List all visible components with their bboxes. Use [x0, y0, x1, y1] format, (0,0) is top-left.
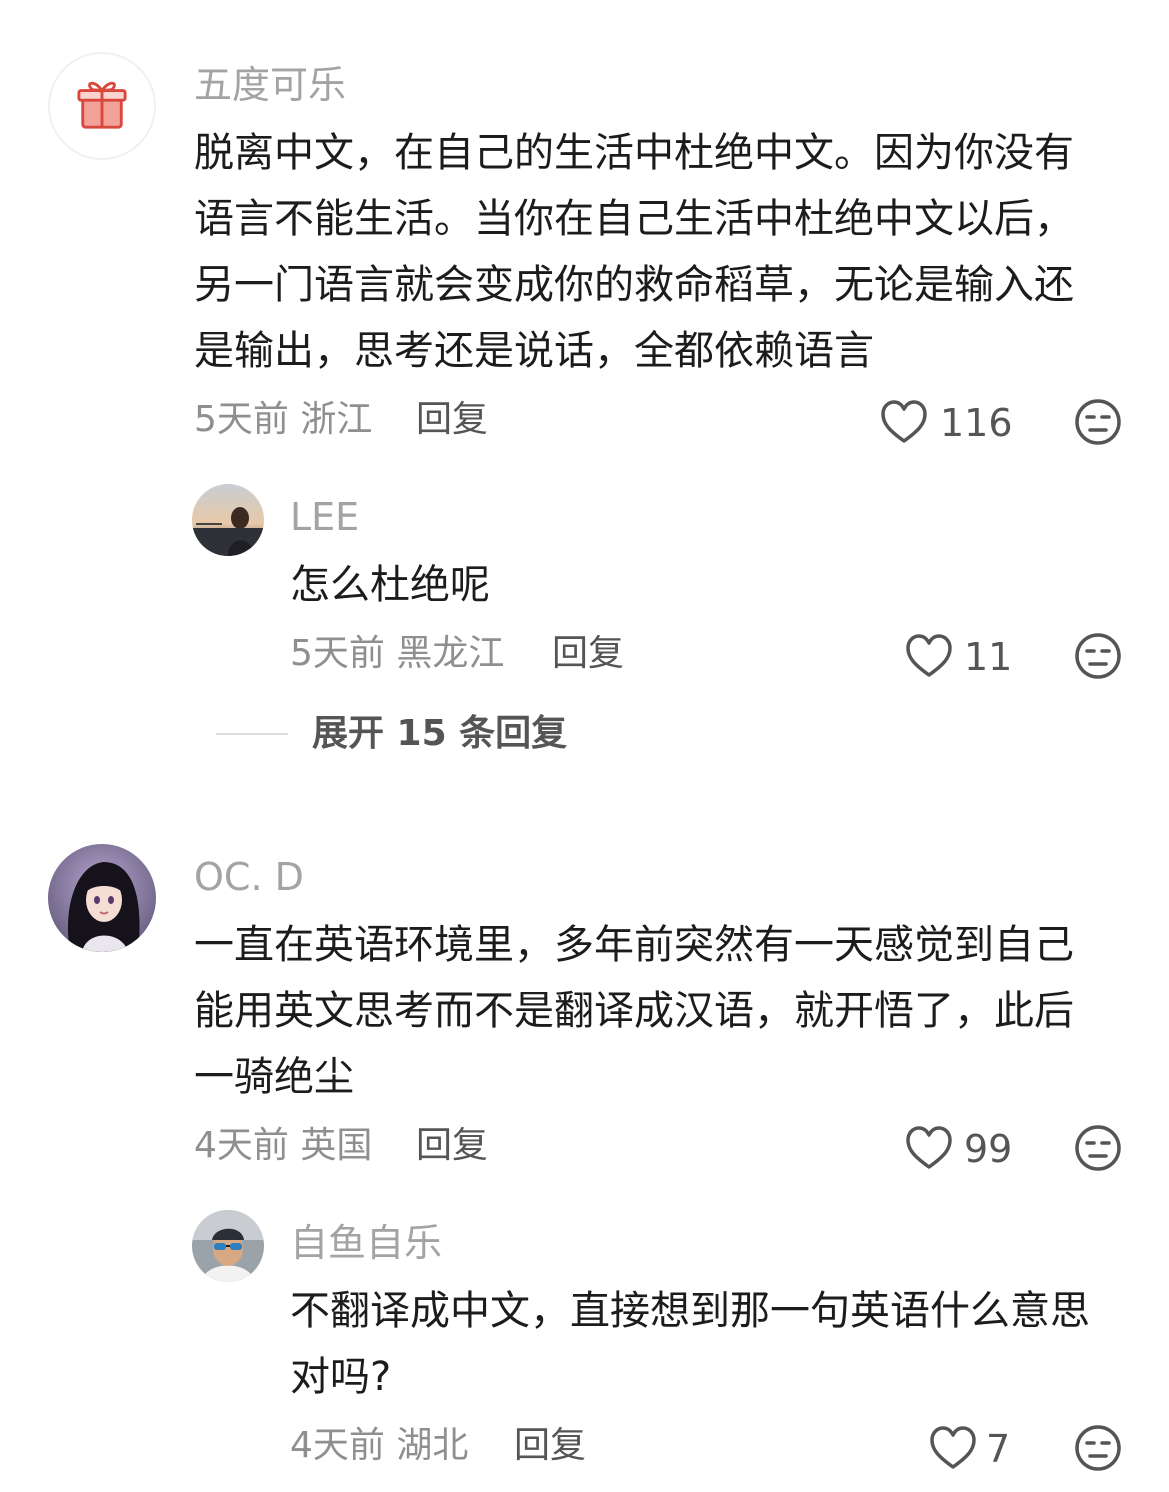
expand-divider	[216, 733, 288, 735]
username[interactable]: 自鱼自乐	[290, 1224, 442, 1262]
reply-text: 怎么杜绝呢	[290, 562, 490, 608]
like-count: 116	[940, 401, 1013, 445]
comment-text: 脱离中文，在自己的生活中杜绝中文。因为你没有 语言不能生活。当你在自己生活中杜绝…	[194, 130, 1074, 374]
reply-meta: 4天前 湖北	[290, 1425, 469, 1466]
reply-meta: 5天前 黑龙江	[290, 633, 505, 674]
comment-list: 五度可乐 脱离中文，在自己的生活中杜绝中文。因为你没有 语言不能生活。当你在自己…	[0, 0, 1169, 1492]
reply-button[interactable]: 回复	[416, 402, 488, 438]
expand-replies-button[interactable]: 展开 15 条回复	[312, 716, 567, 752]
reply-button[interactable]: 回复	[514, 1428, 586, 1464]
heart-icon[interactable]	[905, 634, 953, 678]
dislike-face-icon[interactable]	[1074, 632, 1122, 680]
reply-text: 不翻译成中文，直接想到那一句英语什么意思 对吗?	[290, 1288, 1090, 1400]
avatar[interactable]	[48, 52, 156, 160]
like-count: 7	[986, 1427, 1011, 1471]
comment-text: 一直在英语环境里，多年前突然有一天感觉到自己 能用英文思考而不是翻译成汉语，就开…	[194, 922, 1074, 1100]
heart-icon[interactable]	[880, 400, 928, 444]
username[interactable]: LEE	[290, 498, 359, 536]
heart-icon[interactable]	[929, 1426, 977, 1470]
avatar-illustration	[48, 844, 156, 952]
like-count: 11	[964, 635, 1013, 679]
reply-button[interactable]: 回复	[416, 1128, 488, 1164]
dislike-face-icon[interactable]	[1074, 398, 1122, 446]
dislike-face-icon[interactable]	[1074, 1424, 1122, 1472]
avatar[interactable]	[192, 484, 264, 556]
avatar[interactable]	[192, 1210, 264, 1282]
reply-button[interactable]: 回复	[552, 636, 624, 672]
like-count: 99	[964, 1127, 1013, 1171]
username[interactable]: 五度可乐	[194, 66, 346, 104]
username[interactable]: OC. D	[194, 858, 304, 896]
avatar-photo	[192, 484, 264, 556]
dislike-face-icon[interactable]	[1074, 1124, 1122, 1172]
comment-meta: 4天前 英国	[194, 1125, 373, 1166]
gift-icon	[77, 81, 127, 129]
comment-meta: 5天前 浙江	[194, 399, 373, 440]
avatar-photo	[192, 1210, 264, 1282]
heart-icon[interactable]	[905, 1126, 953, 1170]
avatar[interactable]	[48, 844, 156, 952]
